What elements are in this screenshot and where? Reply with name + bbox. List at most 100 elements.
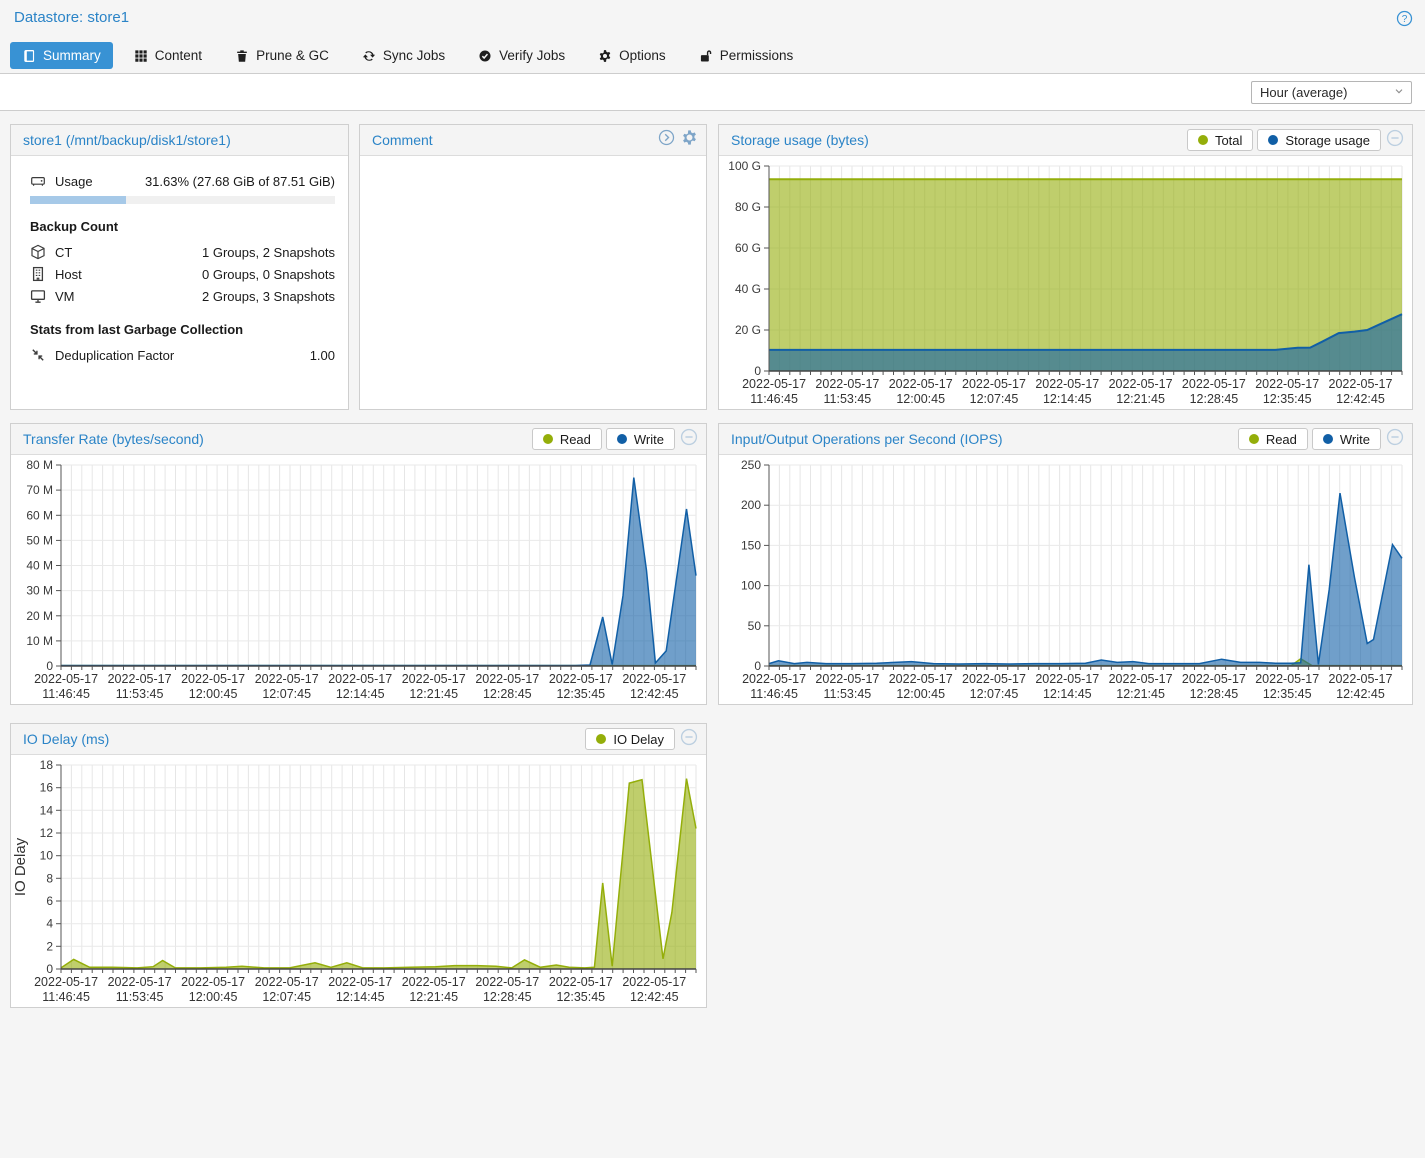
- svg-text:8: 8: [46, 871, 53, 885]
- svg-text:12:42:45: 12:42:45: [1336, 392, 1385, 406]
- legend-write-button[interactable]: Write: [606, 428, 675, 450]
- timeframe-select[interactable]: Hour (average): [1251, 81, 1412, 104]
- tab-bar: Summary Content Prune & GC Sync Jobs Ver…: [0, 38, 1425, 74]
- tab-content[interactable]: Content: [122, 42, 214, 69]
- svg-text:12:28:45: 12:28:45: [1190, 687, 1239, 701]
- svg-text:12:14:45: 12:14:45: [1043, 687, 1092, 701]
- transfer-rate-chart-canvas: 010 M20 M30 M40 M50 M60 M70 M80 M2022-05…: [11, 455, 706, 704]
- tab-options[interactable]: Options: [586, 42, 678, 69]
- building-icon: [30, 266, 46, 282]
- svg-text:12:21:45: 12:21:45: [409, 990, 458, 1004]
- svg-text:12:42:45: 12:42:45: [630, 990, 679, 1004]
- svg-text:11:46:45: 11:46:45: [750, 687, 798, 701]
- legend-dot: [617, 434, 627, 444]
- svg-text:12:14:45: 12:14:45: [336, 990, 385, 1004]
- svg-text:2022-05-17: 2022-05-17: [475, 975, 539, 989]
- usage-label: Usage: [55, 174, 93, 189]
- svg-text:4: 4: [46, 917, 53, 931]
- dedup-label: Deduplication Factor: [55, 348, 174, 363]
- svg-text:12:35:45: 12:35:45: [556, 990, 605, 1004]
- monitor-icon: [30, 288, 46, 304]
- svg-text:2022-05-17: 2022-05-17: [255, 975, 319, 989]
- legend-label: Read: [1266, 432, 1297, 447]
- gear-icon[interactable]: [681, 129, 698, 151]
- svg-text:250: 250: [741, 458, 761, 472]
- storage-usage-chart-canvas: 020 G40 G60 G80 G100 G2022-05-1711:46:45…: [719, 156, 1412, 409]
- tab-sync-jobs[interactable]: Sync Jobs: [350, 42, 457, 69]
- svg-text:2022-05-17: 2022-05-17: [815, 377, 879, 391]
- svg-text:2022-05-17: 2022-05-17: [889, 377, 953, 391]
- svg-text:2022-05-17: 2022-05-17: [962, 672, 1026, 686]
- svg-text:50: 50: [748, 619, 762, 633]
- comment-body[interactable]: [360, 156, 706, 409]
- svg-text:200: 200: [741, 498, 761, 512]
- vm-label: VM: [55, 289, 75, 304]
- chart-toolbar: Hour (average): [0, 74, 1425, 111]
- tab-label: Prune & GC: [256, 48, 329, 63]
- panel-header: store1 (/mnt/backup/disk1/store1): [11, 125, 348, 156]
- tab-summary[interactable]: Summary: [10, 42, 113, 69]
- svg-text:2022-05-17: 2022-05-17: [328, 975, 392, 989]
- svg-text:2022-05-17: 2022-05-17: [1035, 672, 1099, 686]
- io-delay-panel: IO Delay (ms) IO Delay 02468101214161820…: [10, 723, 707, 1008]
- tab-label: Options: [619, 48, 666, 63]
- trash-icon: [235, 49, 249, 63]
- panel-header: Input/Output Operations per Second (IOPS…: [719, 424, 1412, 455]
- tab-prune-gc[interactable]: Prune & GC: [223, 42, 341, 69]
- svg-text:50 M: 50 M: [26, 533, 53, 547]
- panel-title: Transfer Rate (bytes/second): [23, 431, 204, 447]
- legend-read-button[interactable]: Read: [532, 428, 602, 450]
- svg-text:12:00:45: 12:00:45: [896, 392, 945, 406]
- svg-text:60 M: 60 M: [26, 508, 53, 522]
- legend-read-button[interactable]: Read: [1238, 428, 1308, 450]
- legend-storage-usage-button[interactable]: Storage usage: [1257, 129, 1381, 151]
- tab-verify-jobs[interactable]: Verify Jobs: [466, 42, 577, 69]
- timeframe-value: Hour (average): [1260, 85, 1347, 100]
- svg-text:0: 0: [46, 659, 53, 673]
- svg-text:80 G: 80 G: [735, 200, 761, 214]
- tab-label: Summary: [43, 48, 101, 63]
- svg-text:11:53:45: 11:53:45: [824, 687, 872, 701]
- svg-text:12:07:45: 12:07:45: [970, 687, 1019, 701]
- legend-label: Write: [634, 432, 664, 447]
- usage-row: Usage 31.63% (27.68 GiB of 87.51 GiB): [30, 173, 335, 189]
- usage-progress-fill: [30, 196, 126, 204]
- svg-text:2022-05-17: 2022-05-17: [181, 672, 245, 686]
- minus-circle-icon[interactable]: [1386, 129, 1404, 152]
- comment-panel: Comment: [359, 124, 707, 410]
- svg-text:12:00:45: 12:00:45: [896, 687, 945, 701]
- svg-text:80 M: 80 M: [26, 458, 53, 472]
- help-button[interactable]: ?: [1396, 10, 1413, 32]
- legend-dot: [1268, 135, 1278, 145]
- svg-text:2022-05-17: 2022-05-17: [402, 672, 466, 686]
- svg-text:20 G: 20 G: [735, 323, 761, 337]
- minus-circle-icon[interactable]: [680, 428, 698, 451]
- storage-usage-legend: Total Storage usage: [1187, 129, 1381, 151]
- svg-text:40 G: 40 G: [735, 282, 761, 296]
- svg-text:12:42:45: 12:42:45: [630, 687, 679, 701]
- minus-circle-icon[interactable]: [680, 728, 698, 751]
- legend-io-delay-button[interactable]: IO Delay: [585, 728, 675, 750]
- svg-text:2022-05-17: 2022-05-17: [622, 975, 686, 989]
- legend-write-button[interactable]: Write: [1312, 428, 1381, 450]
- compress-icon: [30, 347, 46, 363]
- svg-text:11:53:45: 11:53:45: [116, 687, 164, 701]
- svg-text:12:35:45: 12:35:45: [556, 687, 605, 701]
- legend-total-button[interactable]: Total: [1187, 129, 1253, 151]
- svg-text:12:21:45: 12:21:45: [409, 687, 458, 701]
- svg-text:2022-05-17: 2022-05-17: [1035, 377, 1099, 391]
- unlock-icon: [699, 49, 713, 63]
- gear-icon: [598, 49, 612, 63]
- svg-text:12:42:45: 12:42:45: [1336, 687, 1385, 701]
- svg-text:100: 100: [741, 579, 761, 593]
- svg-text:12:21:45: 12:21:45: [1116, 392, 1165, 406]
- legend-label: Total: [1215, 133, 1242, 148]
- svg-text:10: 10: [40, 849, 54, 863]
- svg-text:12: 12: [40, 826, 54, 840]
- iops-chart-canvas: 0501001502002502022-05-1711:46:452022-05…: [719, 455, 1412, 704]
- minus-circle-icon[interactable]: [1386, 428, 1404, 451]
- iops-panel: Input/Output Operations per Second (IOPS…: [718, 423, 1413, 705]
- tab-permissions[interactable]: Permissions: [687, 42, 806, 69]
- storage-usage-panel: Storage usage (bytes) Total Storage usag…: [718, 124, 1413, 410]
- chevron-right-circle-icon[interactable]: [658, 129, 675, 151]
